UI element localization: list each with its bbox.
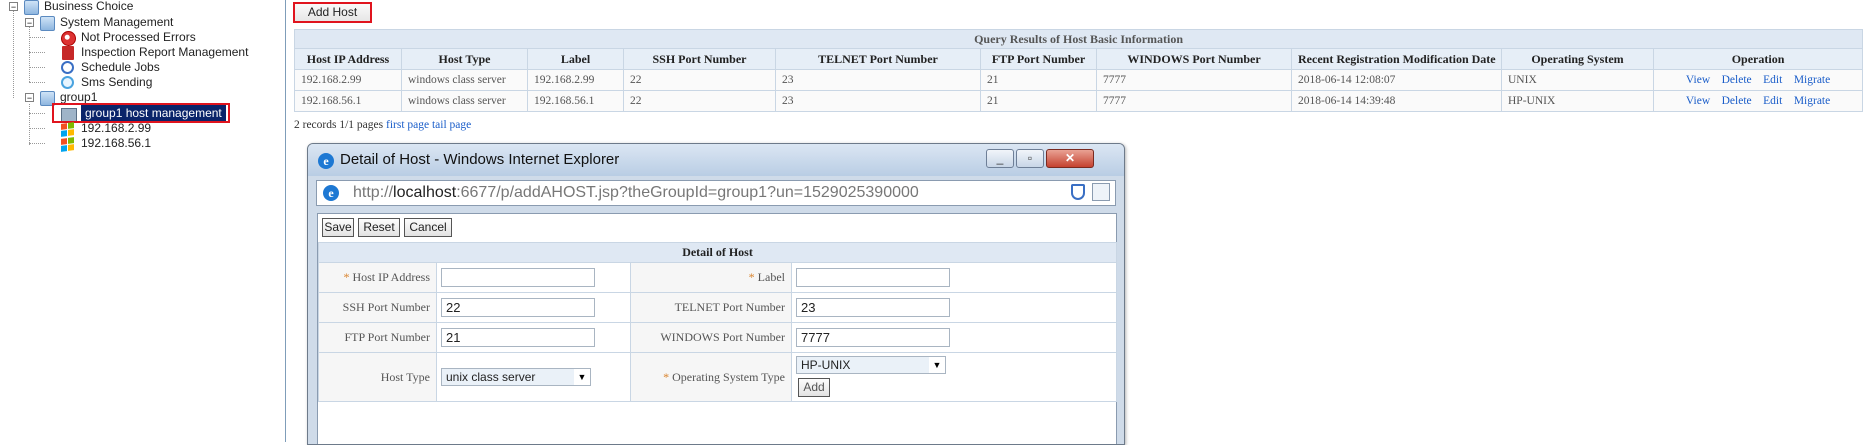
cell-ssh: 22 [623, 69, 776, 91]
windows-port-input[interactable]: 7777 [796, 328, 950, 347]
cell-ftp: 21 [980, 90, 1097, 112]
ssh-port-input[interactable]: 22 [441, 298, 595, 317]
cancel-button[interactable]: Cancel [404, 218, 452, 237]
collapse-icon[interactable]: − [9, 2, 18, 12]
cell-windows-port: 7777 [1096, 69, 1292, 91]
dialog-title: Detail of Host - Windows Internet Explor… [340, 151, 620, 168]
cell-label: 192.168.2.99 [527, 69, 624, 91]
view-link[interactable]: View [1686, 95, 1710, 107]
minimize-button[interactable]: _ [986, 149, 1014, 168]
collapse-icon[interactable]: − [25, 93, 34, 103]
tree-label: Business Choice [44, 0, 134, 13]
save-button[interactable]: Save [322, 218, 354, 237]
chevron-down-icon: ▼ [574, 369, 590, 385]
record-summary: 2 records 1/1 pages [294, 119, 384, 131]
column-header: WINDOWS Port Number [1096, 48, 1292, 70]
cell-host-type: windows class server [401, 90, 528, 112]
tree-label: 192.168.56.1 [81, 136, 152, 150]
tree-node-business-choice[interactable]: − Business Choice [9, 0, 133, 15]
cell-ip: 192.168.2.99 [294, 69, 402, 91]
shield-icon[interactable] [1071, 184, 1085, 200]
ssh-port-label: SSH Port Number [318, 292, 437, 323]
cell-date: 2018-06-14 12:08:07 [1291, 69, 1502, 91]
column-header: Operation [1652, 48, 1864, 70]
dialog-body: Save Reset Cancel Detail of Host * Host … [317, 213, 1118, 444]
host-results-table: Query Results of Host Basic Information … [293, 29, 1864, 112]
tail-page-link[interactable]: tail page [432, 119, 471, 131]
delete-link[interactable]: Delete [1722, 74, 1752, 86]
table-row: 192.168.56.1 windows class server 192.16… [294, 90, 1864, 112]
cell-date: 2018-06-14 14:39:48 [1291, 90, 1502, 112]
close-button[interactable]: ✕ [1046, 149, 1094, 168]
telnet-port-label: TELNET Port Number [630, 292, 792, 323]
chevron-down-icon: ▼ [929, 357, 945, 373]
collapse-icon[interactable]: − [25, 18, 34, 28]
column-header: Host Type [401, 48, 528, 70]
form-caption: Detail of Host [317, 242, 1118, 263]
compatibility-view-icon[interactable] [1092, 183, 1110, 201]
host-detail-form: Detail of Host * Host IP Address * Label… [317, 242, 1118, 402]
cell-telnet: 23 [775, 69, 981, 91]
column-header: Operating System [1501, 48, 1654, 70]
cell-ip: 192.168.56.1 [294, 90, 402, 112]
navigation-tree: − Business Choice − System Management No… [0, 0, 286, 442]
ie-page-icon: e [323, 185, 339, 201]
add-os-button[interactable]: Add [798, 378, 830, 397]
cell-os: HP-UNIX [1501, 90, 1654, 112]
view-link[interactable]: View [1686, 74, 1710, 86]
cell-os: UNIX [1501, 69, 1654, 91]
delete-link[interactable]: Delete [1722, 95, 1752, 107]
maximize-button[interactable]: ▫ [1016, 149, 1044, 168]
cell-operation: View Delete Edit Migrate [1652, 90, 1864, 112]
telnet-port-input[interactable]: 23 [796, 298, 950, 317]
network-icon [23, 0, 39, 15]
tree-node-host-192-168-56-1[interactable]: 192.168.56.1 [60, 135, 151, 152]
migrate-link[interactable]: Migrate [1794, 74, 1830, 86]
column-header: Label [527, 48, 624, 70]
column-header: Host IP Address [294, 48, 402, 70]
windows-icon [60, 136, 76, 152]
url-text: http://localhost:6677/p/addAHOST.jsp?the… [353, 184, 919, 201]
address-bar[interactable]: e http://localhost:6677/p/addAHOST.jsp?t… [316, 180, 1116, 206]
ftp-port-input[interactable]: 21 [441, 328, 595, 347]
cell-label: 192.168.56.1 [527, 90, 624, 112]
column-header: SSH Port Number [623, 48, 776, 70]
dialog-title-bar[interactable]: e Detail of Host - Windows Internet Expl… [308, 144, 1124, 176]
label-label: * Label [630, 262, 792, 293]
edit-link[interactable]: Edit [1763, 95, 1782, 107]
column-header: Recent Registration Modification Date [1291, 48, 1502, 70]
edit-link[interactable]: Edit [1763, 74, 1782, 86]
label-input[interactable] [796, 268, 950, 287]
add-host-button[interactable]: Add Host [293, 2, 372, 23]
host-ip-input[interactable] [441, 268, 595, 287]
host-type-select[interactable]: unix class server ▼ [441, 368, 591, 386]
cell-telnet: 23 [775, 90, 981, 112]
cell-ssh: 22 [623, 90, 776, 112]
migrate-link[interactable]: Migrate [1794, 95, 1830, 107]
cell-windows-port: 7777 [1096, 90, 1292, 112]
host-type-label: Host Type [318, 352, 437, 402]
ftp-port-label: FTP Port Number [318, 322, 437, 353]
first-page-link[interactable]: first page [386, 119, 429, 131]
cell-operation: View Delete Edit Migrate [1652, 69, 1864, 91]
os-type-label: * Operating System Type [630, 352, 792, 402]
pagination: 2 records 1/1 pages first page tail page [294, 119, 471, 131]
ie-icon: e [318, 153, 334, 169]
reset-button[interactable]: Reset [358, 218, 400, 237]
cell-ftp: 21 [980, 69, 1097, 91]
server-icon [39, 15, 55, 31]
host-ip-label: * Host IP Address [318, 262, 437, 293]
column-header: FTP Port Number [980, 48, 1097, 70]
host-detail-dialog: e Detail of Host - Windows Internet Expl… [307, 143, 1125, 445]
os-type-select[interactable]: HP-UNIX ▼ [796, 356, 946, 374]
results-caption: Query Results of Host Basic Information [293, 29, 1864, 49]
table-row: 192.168.2.99 windows class server 192.16… [294, 69, 1864, 91]
cell-host-type: windows class server [401, 69, 528, 91]
column-header: TELNET Port Number [775, 48, 981, 70]
windows-port-label: WINDOWS Port Number [630, 322, 792, 353]
